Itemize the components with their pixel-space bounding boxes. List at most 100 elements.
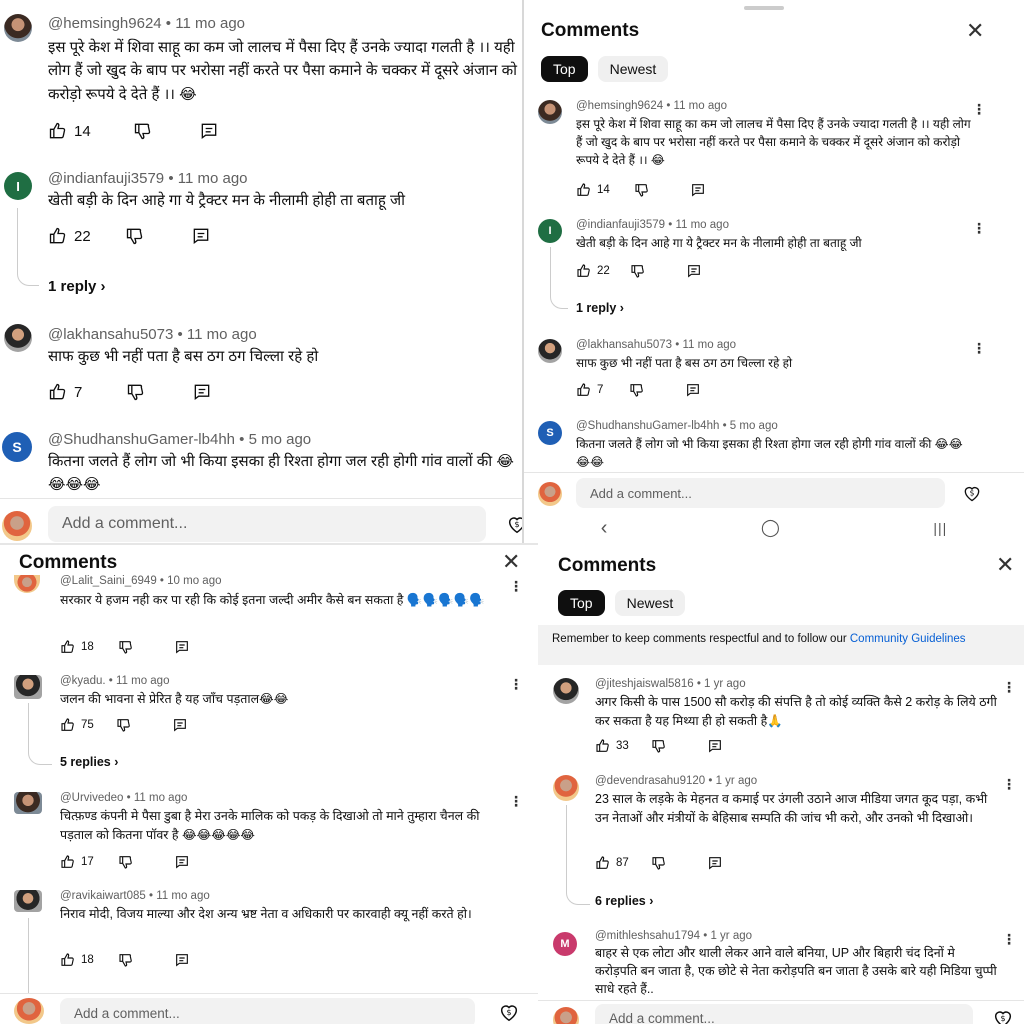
like-icon[interactable] xyxy=(576,263,592,279)
close-icon[interactable]: ✕ xyxy=(996,554,1014,576)
reply-icon[interactable] xyxy=(192,382,212,402)
comment-author[interactable]: @hemsingh9624 xyxy=(576,100,663,112)
close-icon[interactable]: ✕ xyxy=(502,551,520,573)
drag-handle[interactable] xyxy=(744,6,784,10)
community-guidelines-link[interactable]: Community Guidelines xyxy=(850,633,966,645)
home-icon[interactable]: ◯ xyxy=(761,518,780,538)
reply-icon[interactable] xyxy=(707,855,723,871)
more-options-icon[interactable]: ⋮ xyxy=(509,579,523,593)
avatar[interactable] xyxy=(538,339,562,363)
back-icon[interactable]: ‹ xyxy=(601,517,608,540)
dislike-icon[interactable] xyxy=(651,738,667,754)
dislike-icon[interactable] xyxy=(118,952,134,968)
comment-author[interactable]: @ShudhanshuGamer-lb4hh xyxy=(48,431,235,448)
view-replies-button[interactable]: 1 reply › xyxy=(48,278,106,295)
reply-icon[interactable] xyxy=(191,226,211,246)
like-icon[interactable] xyxy=(60,639,76,655)
dislike-icon[interactable] xyxy=(118,854,134,870)
avatar[interactable] xyxy=(4,14,32,42)
more-options-icon[interactable]: ⋮ xyxy=(509,794,523,808)
super-thanks-icon[interactable]: $ xyxy=(962,483,982,503)
comment-author[interactable]: @hemsingh9624 xyxy=(48,15,162,32)
more-options-icon[interactable]: ⋮ xyxy=(972,341,986,355)
view-replies-button[interactable]: 1 reply › xyxy=(576,301,624,315)
like-icon[interactable] xyxy=(576,382,592,398)
dislike-icon[interactable] xyxy=(629,382,645,398)
avatar[interactable]: S xyxy=(538,421,562,445)
tab-newest[interactable]: Newest xyxy=(614,590,686,616)
dislike-icon[interactable] xyxy=(133,121,153,141)
dislike-icon[interactable] xyxy=(116,717,132,733)
reply-icon[interactable] xyxy=(174,854,190,870)
avatar[interactable] xyxy=(553,775,579,801)
reply-icon[interactable] xyxy=(690,182,706,198)
avatar[interactable] xyxy=(538,100,562,124)
reply-icon[interactable] xyxy=(172,717,188,733)
more-options-icon[interactable]: ⋮ xyxy=(509,677,523,691)
like-icon[interactable] xyxy=(576,182,592,198)
avatar[interactable] xyxy=(4,324,32,352)
more-options-icon[interactable]: ⋮ xyxy=(972,221,986,235)
comment-author[interactable]: @ravikaiwart085 xyxy=(60,890,146,902)
dislike-icon[interactable] xyxy=(118,639,134,655)
tab-newest[interactable]: Newest xyxy=(597,56,669,82)
avatar[interactable] xyxy=(14,575,40,593)
add-comment-input[interactable]: Add a comment... xyxy=(595,1004,973,1024)
comment-author[interactable]: @jiteshjaiswal5816 xyxy=(595,678,694,690)
avatar[interactable] xyxy=(14,675,42,699)
avatar[interactable]: M xyxy=(553,932,577,956)
reply-icon[interactable] xyxy=(174,952,190,968)
dislike-icon[interactable] xyxy=(634,182,650,198)
super-thanks-icon[interactable]: $ xyxy=(506,513,522,535)
add-comment-input[interactable]: Add a comment... xyxy=(48,506,486,542)
avatar[interactable] xyxy=(14,792,42,814)
comment-author[interactable]: @lakhansahu5073 xyxy=(48,326,173,343)
like-icon[interactable] xyxy=(595,738,611,754)
avatar[interactable] xyxy=(14,890,42,912)
like-icon[interactable] xyxy=(48,226,68,246)
reply-icon[interactable] xyxy=(686,263,702,279)
reply-icon[interactable] xyxy=(685,382,701,398)
view-replies-button[interactable]: 5 replies › xyxy=(60,755,118,769)
more-options-icon[interactable]: ⋮ xyxy=(1002,680,1016,694)
close-icon[interactable]: ✕ xyxy=(966,20,984,42)
tab-top[interactable]: Top xyxy=(558,590,605,616)
like-icon[interactable] xyxy=(48,382,68,402)
reply-icon[interactable] xyxy=(199,121,219,141)
dislike-icon[interactable] xyxy=(126,382,146,402)
comment-author[interactable]: @ShudhanshuGamer-lb4hh xyxy=(576,420,719,432)
like-icon[interactable] xyxy=(48,121,68,141)
avatar[interactable]: I xyxy=(4,172,32,200)
super-thanks-icon[interactable]: $ xyxy=(498,1001,520,1023)
avatar[interactable]: I xyxy=(538,219,562,243)
comment-author[interactable]: @lakhansahu5073 xyxy=(576,339,672,351)
add-comment-input[interactable]: Add a comment... xyxy=(60,998,475,1024)
dislike-icon[interactable] xyxy=(125,226,145,246)
more-options-icon[interactable]: ⋮ xyxy=(1002,932,1016,946)
reply-icon[interactable] xyxy=(174,639,190,655)
comment-author[interactable]: @indianfauji3579 xyxy=(48,170,164,187)
comment-author[interactable]: @Lalit_Saini_6949 xyxy=(60,575,157,587)
tab-top[interactable]: Top xyxy=(541,56,588,82)
dislike-icon[interactable] xyxy=(630,263,646,279)
like-icon[interactable] xyxy=(60,717,76,733)
like-icon[interactable] xyxy=(595,855,611,871)
comment-author[interactable]: @mithleshsahu1794 xyxy=(595,930,700,942)
comment-actions: 87 xyxy=(595,855,723,871)
recents-icon[interactable]: ||| xyxy=(933,520,947,536)
like-icon[interactable] xyxy=(60,854,76,870)
super-thanks-icon[interactable]: $ xyxy=(992,1007,1014,1024)
like-icon[interactable] xyxy=(60,952,76,968)
reply-icon[interactable] xyxy=(707,738,723,754)
comment-author[interactable]: @Urvivedeo xyxy=(60,792,123,804)
comment-author[interactable]: @kyadu. xyxy=(60,675,106,687)
more-options-icon[interactable]: ⋮ xyxy=(972,102,986,116)
avatar[interactable] xyxy=(553,678,579,704)
add-comment-input[interactable]: Add a comment... xyxy=(576,478,945,508)
comment-author[interactable]: @devendrasahu9120 xyxy=(595,775,705,787)
view-replies-button[interactable]: 6 replies › xyxy=(595,894,653,908)
avatar[interactable]: S xyxy=(2,432,32,462)
dislike-icon[interactable] xyxy=(651,855,667,871)
comment-author[interactable]: @indianfauji3579 xyxy=(576,219,665,231)
more-options-icon[interactable]: ⋮ xyxy=(1002,777,1016,791)
